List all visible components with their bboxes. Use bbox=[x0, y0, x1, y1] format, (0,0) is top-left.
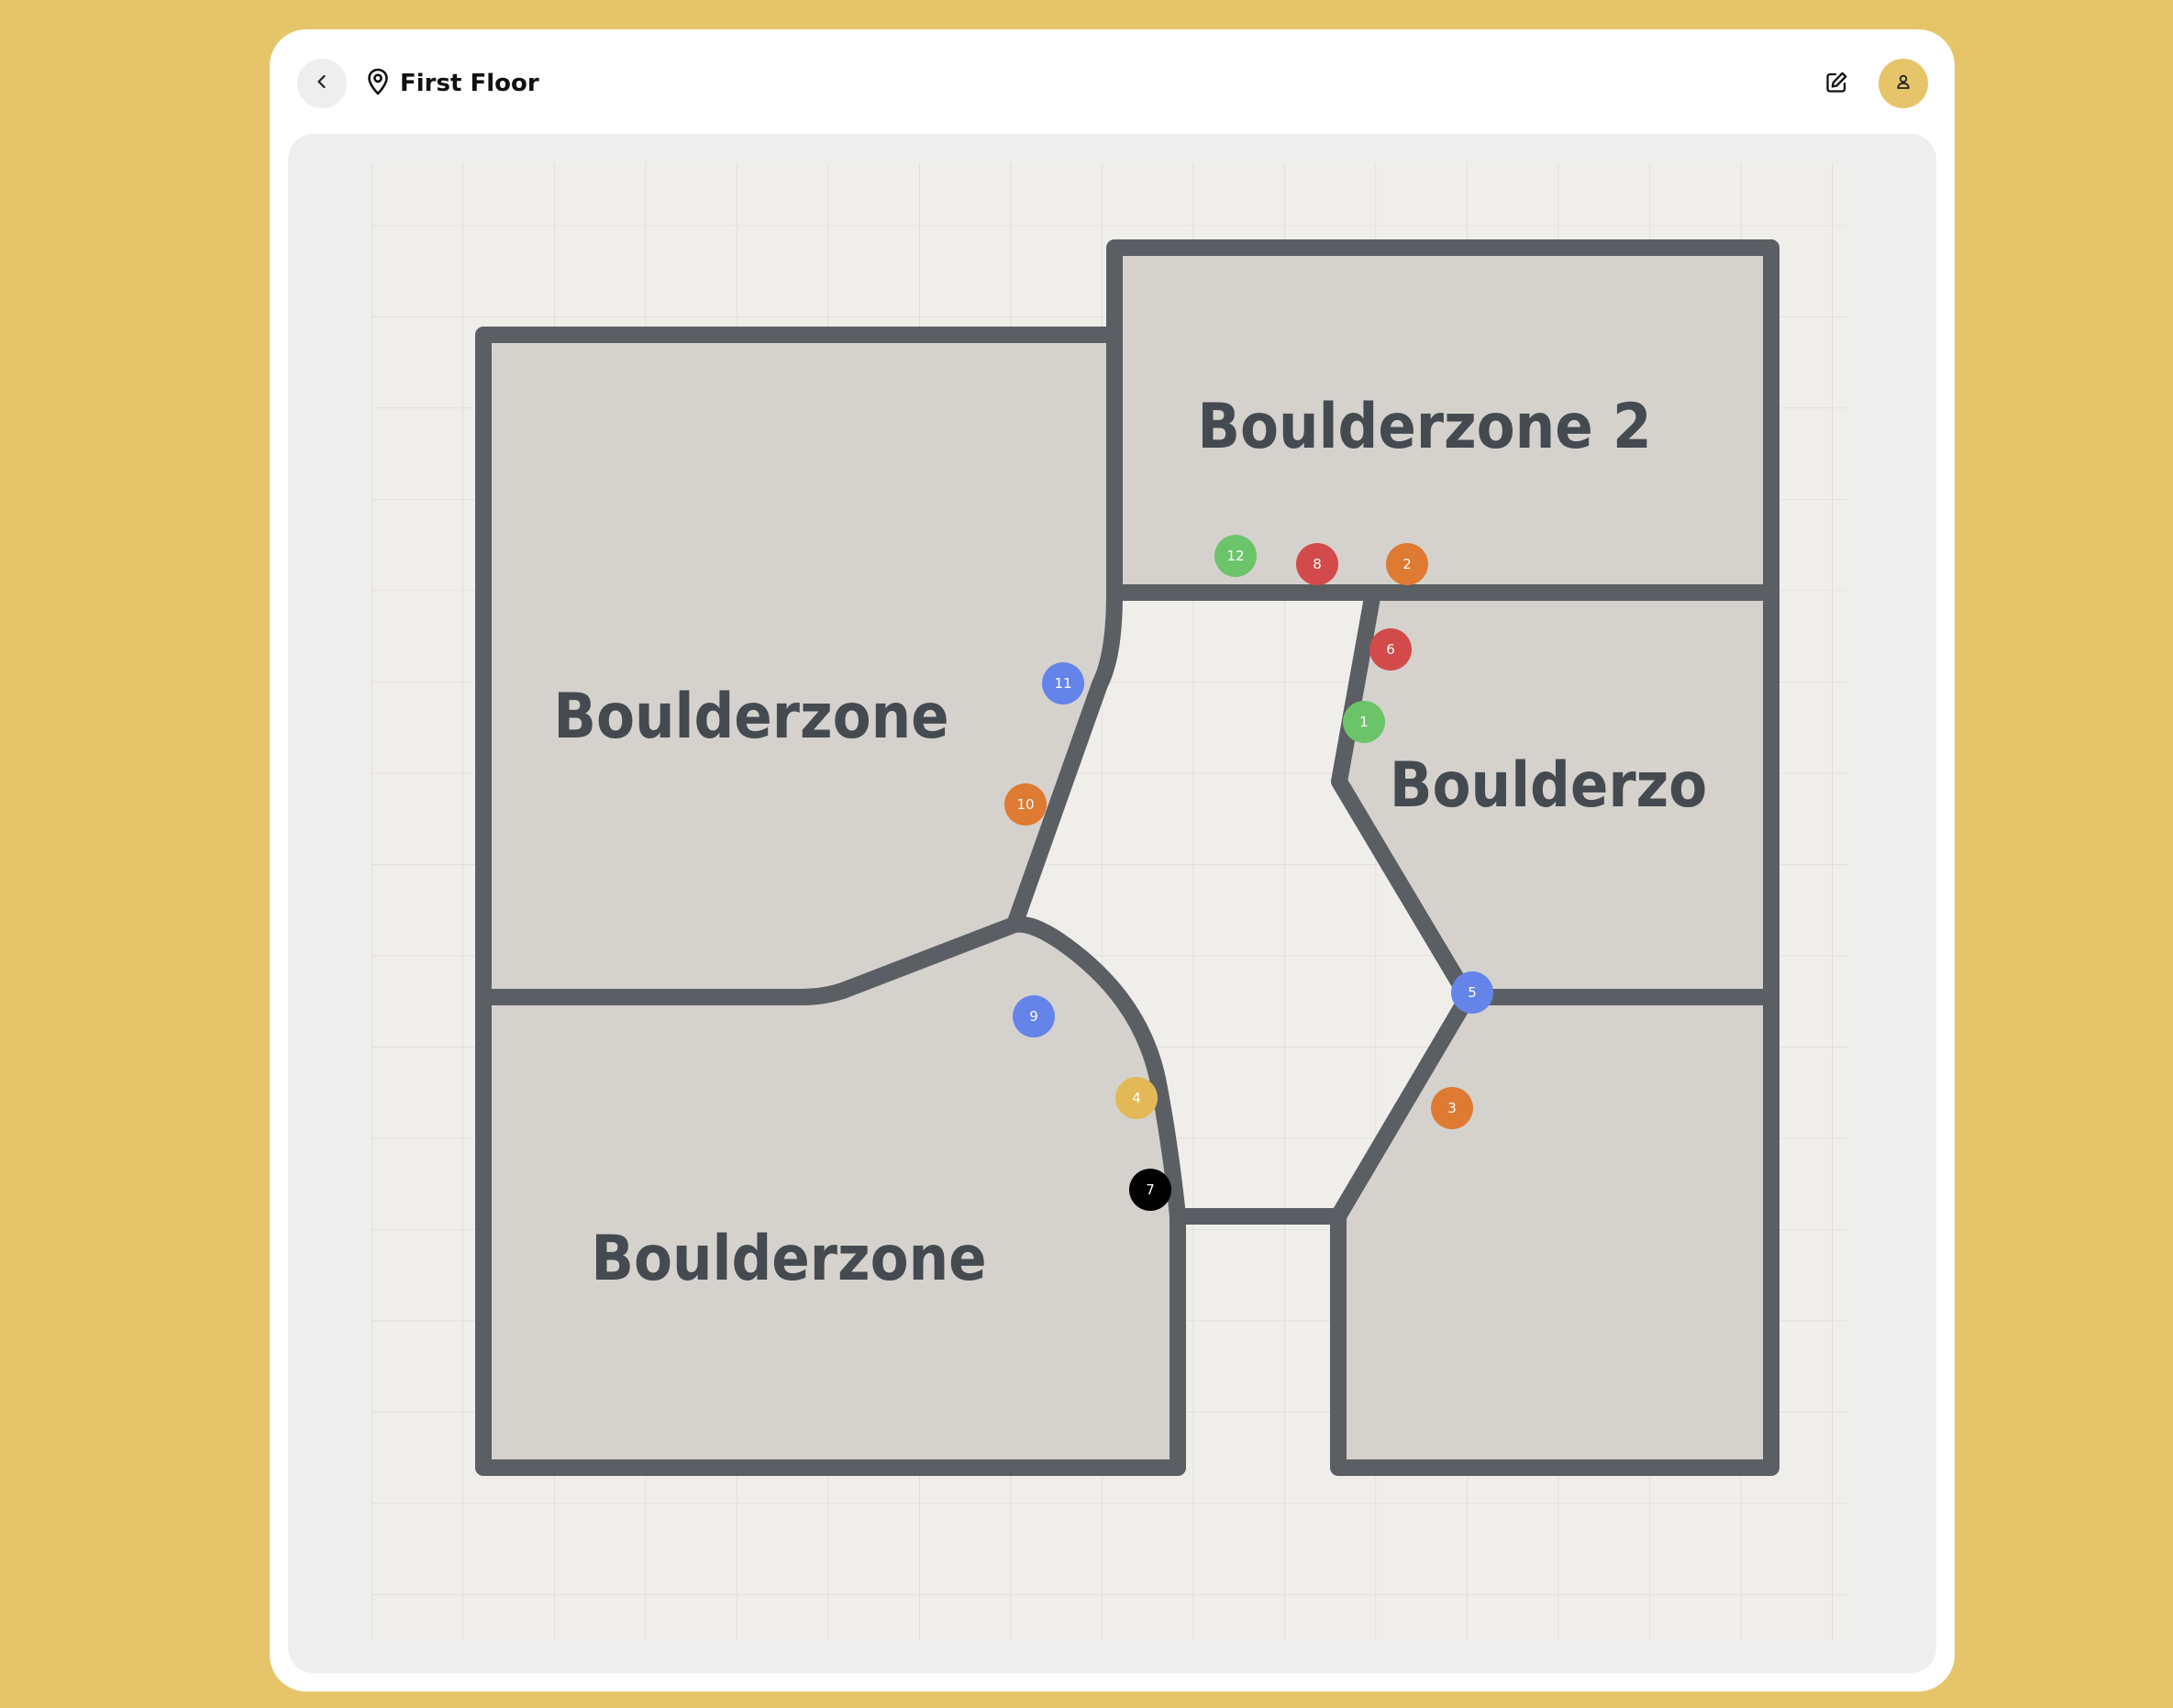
svg-text:10: 10 bbox=[1016, 796, 1034, 813]
zone-bottom-left[interactable] bbox=[475, 915, 1186, 1476]
floor-card: First Floor Boulderzone 2 Boulderzone Bo… bbox=[270, 29, 1955, 1691]
user-icon bbox=[1894, 72, 1912, 94]
route-marker[interactable]: 5 bbox=[1451, 971, 1493, 1014]
route-marker[interactable]: 10 bbox=[1004, 783, 1047, 826]
svg-text:11: 11 bbox=[1054, 675, 1071, 692]
page-title: First Floor bbox=[400, 70, 539, 97]
svg-text:4: 4 bbox=[1132, 1090, 1141, 1106]
route-marker[interactable]: 8 bbox=[1296, 543, 1338, 585]
route-marker[interactable]: 11 bbox=[1042, 662, 1084, 704]
route-marker[interactable]: 3 bbox=[1431, 1087, 1473, 1129]
user-avatar-button[interactable] bbox=[1879, 59, 1928, 108]
floor-title: First Floor bbox=[365, 61, 539, 106]
edit-button[interactable] bbox=[1818, 66, 1855, 103]
chevron-left-icon bbox=[313, 72, 331, 94]
svg-text:12: 12 bbox=[1226, 548, 1244, 564]
route-marker[interactable]: 4 bbox=[1115, 1077, 1158, 1119]
floor-map: Boulderzone 2 Boulderzone Boulderzo Boul… bbox=[371, 163, 1847, 1641]
svg-text:5: 5 bbox=[1468, 984, 1477, 1001]
zone-label-bottom-left: Boulderzone bbox=[591, 1223, 986, 1295]
route-marker[interactable]: 1 bbox=[1343, 701, 1385, 743]
back-button[interactable] bbox=[297, 59, 347, 108]
route-marker[interactable]: 7 bbox=[1129, 1169, 1171, 1211]
zone-top-left[interactable] bbox=[475, 327, 1123, 1005]
route-marker[interactable]: 9 bbox=[1013, 995, 1055, 1037]
svg-text:7: 7 bbox=[1146, 1181, 1155, 1198]
route-marker[interactable]: 12 bbox=[1214, 535, 1257, 577]
map-panel: Boulderzone 2 Boulderzone Boulderzo Boul… bbox=[288, 134, 1936, 1673]
svg-text:6: 6 bbox=[1386, 641, 1395, 658]
zone-label-top-left: Boulderzone bbox=[553, 681, 948, 753]
route-marker[interactable]: 2 bbox=[1386, 543, 1428, 585]
svg-text:1: 1 bbox=[1359, 714, 1369, 730]
zone-label-mid-right: Boulderzo bbox=[1390, 749, 1707, 822]
svg-text:9: 9 bbox=[1029, 1008, 1038, 1025]
svg-text:8: 8 bbox=[1313, 556, 1322, 572]
svg-text:2: 2 bbox=[1402, 556, 1412, 572]
route-marker[interactable]: 6 bbox=[1369, 628, 1412, 671]
zone-label-top-right: Boulderzone 2 bbox=[1197, 391, 1651, 463]
edit-icon bbox=[1824, 70, 1849, 99]
map-pin-icon bbox=[365, 67, 391, 100]
svg-text:3: 3 bbox=[1447, 1100, 1457, 1116]
top-bar: First Floor bbox=[270, 29, 1955, 136]
